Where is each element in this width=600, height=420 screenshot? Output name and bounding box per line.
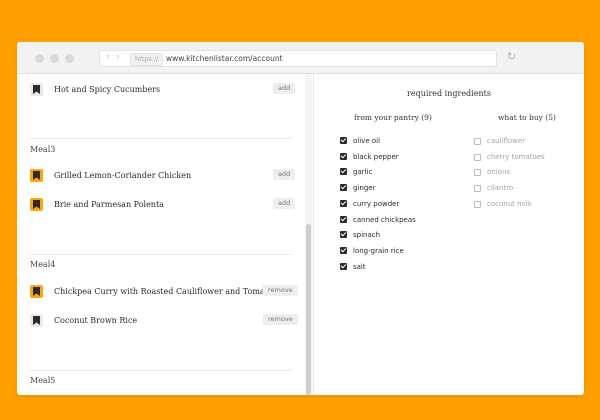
forward-arrow-icon[interactable]: ›	[116, 52, 120, 62]
checkbox-empty-icon[interactable]	[474, 153, 481, 161]
ingredient-label: canned chickpeas	[353, 215, 416, 224]
recipe-name[interactable]: Chickpea Curry with Roasted Cauliflower …	[54, 285, 282, 298]
recipe-row: Coconut Brown Rice remove	[17, 312, 305, 330]
recipe-row: Grilled Lemon-Coriander Chicken add	[17, 167, 305, 185]
checkbox-checked-icon[interactable]	[340, 168, 347, 176]
back-arrow-icon[interactable]: ‹	[106, 52, 110, 62]
recipe-row: Hot and Spicy Cucumbers add	[17, 81, 305, 99]
url-protocol: https://	[130, 53, 164, 66]
checkbox-checked-icon[interactable]	[340, 137, 347, 144]
meal-divider	[30, 370, 292, 371]
checkbox-checked-icon[interactable]	[340, 215, 347, 223]
ingredient-label: olive oil	[353, 137, 381, 145]
checkbox-checked-icon[interactable]	[340, 152, 347, 160]
checkbox-checked-icon[interactable]	[340, 199, 347, 207]
window-maximize-dot[interactable]	[65, 54, 74, 63]
scrollbar-thumb[interactable]	[306, 224, 311, 395]
add-recipe-button[interactable]: add	[273, 198, 296, 209]
meal-divider	[30, 138, 292, 139]
checkbox-empty-icon[interactable]	[474, 169, 481, 177]
ingredient-label: cherry tomatoes	[487, 152, 545, 161]
recipe-row: Chickpea Curry with Roasted Cauliflower …	[17, 283, 305, 301]
checkbox-empty-icon[interactable]	[474, 138, 481, 145]
bookmark-icon[interactable]	[30, 285, 43, 298]
ingredient-label: long-grain rice	[353, 246, 404, 255]
pantry-header: from your pantry (9)	[354, 113, 432, 122]
bookmark-icon[interactable]	[30, 169, 43, 182]
recipe-name[interactable]: Coconut Brown Rice	[54, 314, 137, 327]
checkbox-empty-icon[interactable]	[474, 185, 481, 193]
browser-toolbar: ‹ › https:// www.kitchenlistar.com/accou…	[17, 42, 584, 74]
ingredient-label: cilantro	[487, 184, 514, 193]
ingredient-label: onions	[487, 168, 511, 177]
window-minimize-dot[interactable]	[50, 54, 59, 63]
recipe-name[interactable]: Hot and Spicy Cucumbers	[54, 83, 160, 96]
ingredient-label: spinach	[353, 231, 381, 240]
url-text[interactable]: www.kitchenlistar.com/account	[166, 52, 283, 65]
scrollbar[interactable]	[305, 74, 312, 395]
window-close-dot[interactable]	[35, 54, 44, 63]
recipe-row: Brie and Parmesan Polenta add	[17, 196, 305, 214]
meal5-label: Meal5	[30, 376, 56, 385]
buy-header: what to buy (5)	[498, 113, 556, 122]
remove-recipe-button[interactable]: remove	[263, 314, 298, 325]
add-recipe-button[interactable]: add	[273, 169, 296, 180]
ingredient-label: black pepper	[353, 152, 399, 161]
checkbox-checked-icon[interactable]	[340, 184, 347, 192]
ingredient-label: ginger	[353, 184, 376, 193]
bookmark-icon[interactable]	[30, 198, 43, 211]
ingredients-title: required ingredients	[407, 89, 491, 98]
meal-list-panel: Hot and Spicy Cucumbers add Meal3 Grille…	[17, 74, 312, 395]
bookmark-icon[interactable]	[30, 83, 43, 96]
checkbox-checked-icon[interactable]	[340, 231, 347, 239]
meal3-label: Meal3	[30, 145, 56, 154]
reload-icon[interactable]: ↻	[507, 50, 516, 63]
ingredient-label: salt	[353, 262, 366, 271]
meal-divider	[30, 254, 292, 255]
checkbox-empty-icon[interactable]	[474, 200, 481, 208]
recipe-name[interactable]: Grilled Lemon-Coriander Chicken	[54, 169, 191, 182]
remove-recipe-button[interactable]: remove	[263, 285, 298, 296]
checkbox-checked-icon[interactable]	[340, 246, 347, 254]
bookmark-icon[interactable]	[30, 314, 43, 327]
meal4-label: Meal4	[30, 260, 56, 269]
checkbox-checked-icon[interactable]	[340, 262, 347, 270]
ingredient-label: curry powder	[353, 199, 400, 208]
browser-window: ‹ › https:// www.kitchenlistar.com/accou…	[17, 42, 584, 395]
add-recipe-button[interactable]: add	[273, 83, 296, 94]
address-bar[interactable]: ‹ › https:// www.kitchenlistar.com/accou…	[99, 50, 497, 67]
ingredient-label: coconut milk	[487, 199, 532, 208]
panel-divider	[313, 74, 314, 395]
ingredient-label: garlic	[353, 168, 373, 177]
ingredient-label: cauliflower	[487, 137, 526, 145]
recipe-name[interactable]: Brie and Parmesan Polenta	[54, 198, 164, 211]
